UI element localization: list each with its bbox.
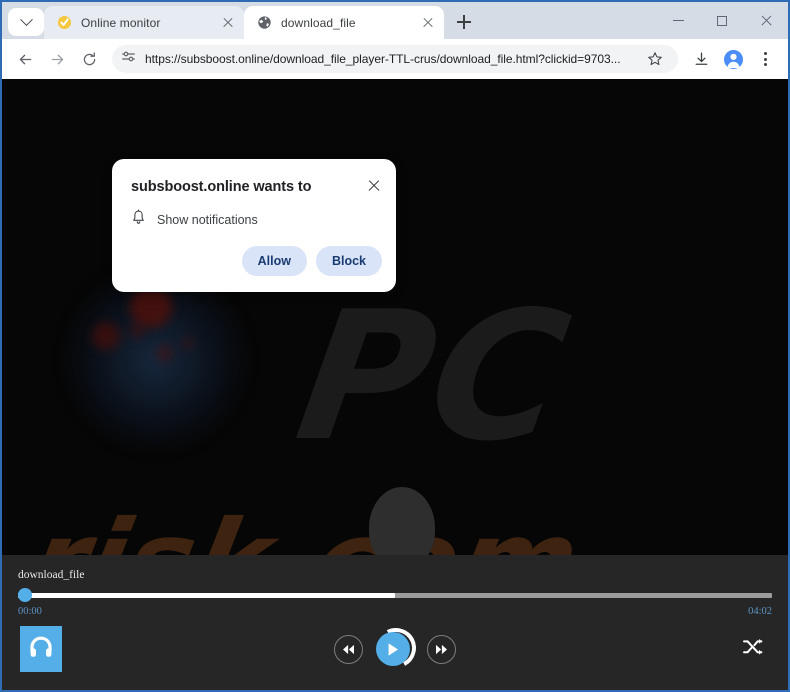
notification-permission-dialog[interactable]: subsboost.online wants to Show notificat… (112, 159, 396, 292)
browser-menu-button[interactable] (750, 44, 780, 74)
current-time: 00:00 (18, 606, 42, 617)
browser-window: Online monitor download_file (0, 0, 790, 692)
close-icon[interactable] (363, 175, 385, 197)
person-avatar-icon (724, 50, 743, 69)
close-icon (760, 14, 773, 27)
permission-row: Show notifications (131, 209, 258, 231)
permission-label: Show notifications (157, 213, 258, 227)
minimize-icon (673, 20, 684, 21)
silhouette-head (369, 487, 435, 555)
allow-button[interactable]: Allow (242, 246, 307, 276)
seek-progress (18, 593, 395, 598)
browser-toolbar: https://subsboost.online/download_file_p… (2, 39, 788, 79)
maximize-button[interactable] (700, 2, 744, 39)
tune-settings-icon[interactable] (121, 49, 136, 69)
downloads-button[interactable] (686, 44, 716, 74)
window-controls (656, 2, 788, 39)
track-title: download_file (18, 569, 772, 581)
bell-icon (131, 209, 146, 231)
arrow-left-icon (17, 51, 34, 68)
video-stage[interactable]: PC risk.com subsboost.online wants to (2, 79, 788, 555)
play-icon (386, 642, 400, 657)
block-button[interactable]: Block (316, 246, 382, 276)
shield-check-icon (56, 15, 72, 31)
chevron-down-icon (20, 13, 33, 26)
profile-button[interactable] (718, 44, 748, 74)
address-bar[interactable]: https://subsboost.online/download_file_p… (112, 45, 678, 73)
background-blob (156, 345, 173, 362)
fast-forward-icon (435, 644, 448, 655)
play-core (376, 632, 410, 666)
background-blob (92, 322, 120, 350)
rewind-icon (342, 644, 355, 655)
tab-title: Online monitor (81, 16, 211, 30)
reload-button[interactable] (74, 44, 104, 74)
background-blob (130, 286, 172, 328)
shuffle-button[interactable] (740, 634, 766, 660)
download-icon (693, 51, 710, 68)
close-icon[interactable] (220, 15, 236, 31)
arrow-right-icon (49, 51, 66, 68)
reload-icon (81, 51, 98, 68)
dialog-title: subsboost.online wants to (131, 179, 311, 195)
star-icon (647, 51, 663, 67)
total-time: 04:02 (748, 606, 772, 617)
close-icon[interactable] (420, 15, 436, 31)
shuffle-icon (742, 637, 764, 657)
minimize-button[interactable] (656, 2, 700, 39)
back-button[interactable] (10, 44, 40, 74)
kebab-menu-icon (764, 52, 767, 66)
media-player-bar: download_file 00:00 04:02 (2, 555, 788, 691)
play-button[interactable] (374, 628, 416, 670)
watermark-pc: PC (286, 273, 582, 480)
fast-forward-button[interactable] (427, 635, 456, 664)
seek-handle[interactable] (18, 588, 32, 602)
seek-bar[interactable] (18, 592, 772, 598)
rewind-button[interactable] (334, 635, 363, 664)
headphones-icon (28, 634, 54, 665)
bookmark-button[interactable] (642, 46, 668, 72)
dialog-actions: Allow Block (242, 246, 382, 276)
transport-controls (334, 628, 456, 670)
maximize-icon (717, 16, 727, 26)
close-window-button[interactable] (744, 2, 788, 39)
player-controls-row (18, 624, 772, 680)
person-silhouette-icon (319, 487, 485, 555)
globe-icon (256, 15, 272, 31)
watermark-risk: risk.com (19, 497, 590, 555)
tab-online-monitor[interactable]: Online monitor (44, 6, 244, 39)
forward-button[interactable] (42, 44, 72, 74)
background-blob (182, 337, 194, 349)
tab-strip: Online monitor download_file (2, 2, 788, 39)
tab-title: download_file (281, 16, 411, 30)
background-blob (130, 324, 144, 338)
new-tab-button[interactable] (450, 8, 478, 36)
page-content: PC risk.com subsboost.online wants to (2, 79, 788, 691)
url-text: https://subsboost.online/download_file_p… (145, 52, 633, 66)
time-row: 00:00 04:02 (18, 606, 772, 617)
tab-download-file[interactable]: download_file (244, 6, 444, 39)
tab-search-button[interactable] (8, 8, 44, 36)
headphones-button[interactable] (20, 626, 62, 672)
